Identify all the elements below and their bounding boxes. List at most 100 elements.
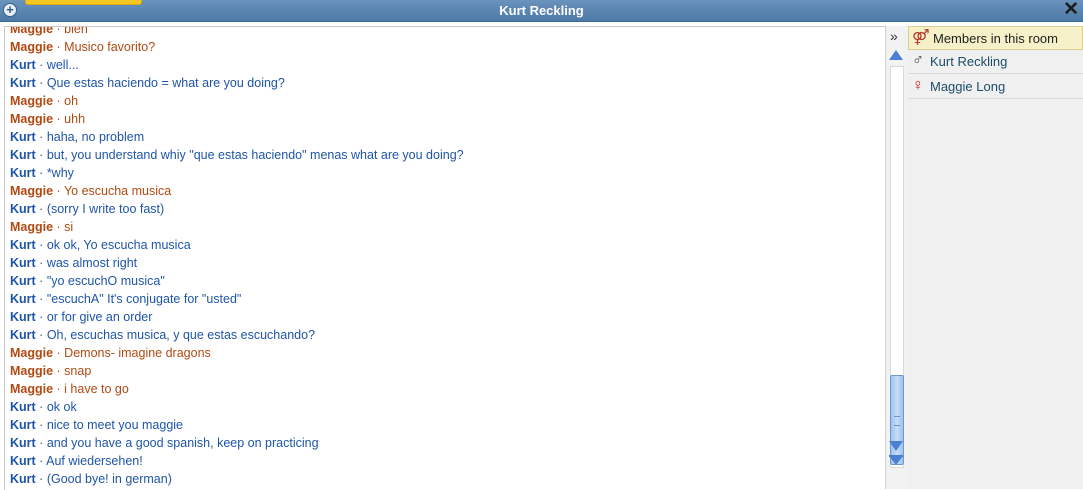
- chat-message: Kurt · "escuchA" It's conjugate for "ust…: [10, 290, 885, 308]
- member-name: Kurt Reckling: [930, 54, 1008, 69]
- chat-message: Kurt · *why: [10, 164, 885, 182]
- chat-message: Kurt · Que estas haciendo = what are you…: [10, 74, 885, 92]
- chat-message: Kurt · (sorry I write too fast): [10, 200, 885, 218]
- chat-transcript: Maggie · bien Maggie · Musico favorito? Ku…: [4, 26, 885, 490]
- message-text: was almost right: [46, 256, 138, 270]
- female-icon: ♀: [912, 77, 924, 94]
- scroll-down-arrow-icon[interactable]: [889, 441, 903, 451]
- message-text: si: [64, 220, 74, 234]
- member-name: Maggie Long: [930, 79, 1006, 94]
- member-maggie-long[interactable]: ♀ Maggie Long: [908, 75, 1083, 99]
- chat-message: Maggie · si: [10, 218, 885, 236]
- chat-message: Kurt · but, you understand whiy "que est…: [10, 146, 885, 164]
- message-sender: Maggie: [10, 94, 54, 108]
- title-bar: + Kurt Reckling ✕: [0, 0, 1083, 22]
- message-separator: ·: [35, 256, 47, 270]
- member-kurt-reckling[interactable]: ♂ Kurt Reckling: [908, 50, 1083, 74]
- message-separator: ·: [53, 382, 65, 396]
- chat-scrollbar[interactable]: »: [885, 26, 909, 489]
- message-text: (Good bye! in german): [46, 472, 172, 486]
- message-list: Maggie · bien Maggie · Musico favorito? Ku…: [10, 26, 885, 488]
- chat-message: Maggie · i have to go: [10, 380, 885, 398]
- message-sender: Kurt: [10, 76, 36, 90]
- message-separator: ·: [53, 364, 65, 378]
- message-text: i have to go: [64, 382, 129, 396]
- message-text: but, you understand whiy "que estas haci…: [46, 148, 464, 162]
- message-separator: ·: [35, 58, 47, 72]
- scroll-up-arrow-icon[interactable]: [889, 50, 903, 60]
- message-separator: ·: [35, 400, 47, 414]
- message-text: "yo escuchO musica": [46, 274, 165, 288]
- message-sender: Kurt: [10, 400, 36, 414]
- message-separator: ·: [35, 310, 47, 324]
- message-sender: Kurt: [10, 238, 36, 252]
- message-text: (sorry I write too fast): [46, 202, 165, 216]
- members-header[interactable]: ⚤ Members in this room: [908, 26, 1083, 50]
- message-separator: ·: [35, 238, 47, 252]
- scroll-thumb[interactable]: [890, 375, 904, 465]
- message-sender: Maggie: [10, 220, 54, 234]
- message-sender: Kurt: [10, 310, 36, 324]
- collapse-icon[interactable]: »: [890, 29, 898, 43]
- chat-message: Kurt · ok ok: [10, 398, 885, 416]
- message-separator: ·: [53, 220, 65, 234]
- members-panel: ⚤ Members in this room ♂ Kurt Reckling ♀…: [908, 26, 1083, 489]
- chat-message: Maggie · oh: [10, 92, 885, 110]
- message-separator: ·: [53, 112, 65, 126]
- message-sender: Kurt: [10, 328, 36, 342]
- message-separator: ·: [53, 184, 64, 198]
- message-text: Oh, escuchas musica, y que estas escucha…: [46, 328, 316, 342]
- message-text: Que estas haciendo = what are you doing?: [46, 76, 285, 90]
- message-separator: ·: [35, 454, 47, 468]
- chat-message: Kurt · ok ok, Yo escucha musica: [10, 236, 885, 254]
- message-separator: ·: [35, 76, 47, 90]
- message-separator: ·: [35, 148, 47, 162]
- message-sender: Maggie: [10, 364, 54, 378]
- message-separator: ·: [53, 94, 65, 108]
- message-sender: Maggie: [10, 184, 54, 198]
- chat-message: Kurt · well...: [10, 56, 885, 74]
- message-text: bien: [64, 26, 88, 36]
- message-text: nice to meet you maggie: [46, 418, 184, 432]
- chat-message: Maggie · uhh: [10, 110, 885, 128]
- message-text: uhh: [64, 112, 86, 126]
- chat-message: Maggie · snap: [10, 362, 885, 380]
- message-sender: Kurt: [10, 130, 36, 144]
- chat-message: Kurt · or for give an order: [10, 308, 885, 326]
- close-icon[interactable]: ✕: [1063, 0, 1079, 19]
- message-separator: ·: [35, 274, 47, 288]
- chat-message: Maggie · Demons- imagine dragons: [10, 344, 885, 362]
- message-text: ok ok: [46, 400, 77, 414]
- message-text: well...: [46, 58, 79, 72]
- chat-message: Maggie · Yo escucha musica: [10, 182, 885, 200]
- message-separator: ·: [53, 346, 65, 360]
- message-sender: Kurt: [10, 454, 36, 468]
- chat-message: Kurt · (Good bye! in german): [10, 470, 885, 488]
- message-text: and you have a good spanish, keep on pra…: [46, 436, 319, 450]
- message-sender: Maggie: [10, 346, 54, 360]
- chat-message: Kurt · nice to meet you maggie: [10, 416, 885, 434]
- message-text: Demons- imagine dragons: [64, 346, 211, 360]
- message-sender: Kurt: [10, 148, 36, 162]
- message-sender: Kurt: [10, 274, 36, 288]
- message-sender: Kurt: [10, 418, 36, 432]
- scroll-to-bottom-icon[interactable]: [889, 456, 903, 465]
- members-header-label: Members in this room: [933, 31, 1058, 46]
- message-sender: Kurt: [10, 202, 36, 216]
- message-sender: Maggie: [10, 26, 54, 36]
- message-sender: Kurt: [10, 292, 36, 306]
- message-sender: Kurt: [10, 472, 36, 486]
- message-text: haha, no problem: [46, 130, 145, 144]
- message-sender: Kurt: [10, 256, 36, 270]
- message-sender: Maggie: [10, 112, 54, 126]
- message-sender: Maggie: [10, 40, 54, 54]
- message-text: *why: [46, 166, 74, 180]
- message-separator: ·: [53, 40, 65, 54]
- chat-message: Kurt · was almost right: [10, 254, 885, 272]
- chat-message: Kurt · and you have a good spanish, keep…: [10, 434, 885, 452]
- message-separator: ·: [35, 436, 47, 450]
- message-separator: ·: [35, 328, 47, 342]
- message-separator: ·: [35, 472, 47, 486]
- message-text: or for give an order: [46, 310, 153, 324]
- scroll-grip-icon: [894, 416, 900, 426]
